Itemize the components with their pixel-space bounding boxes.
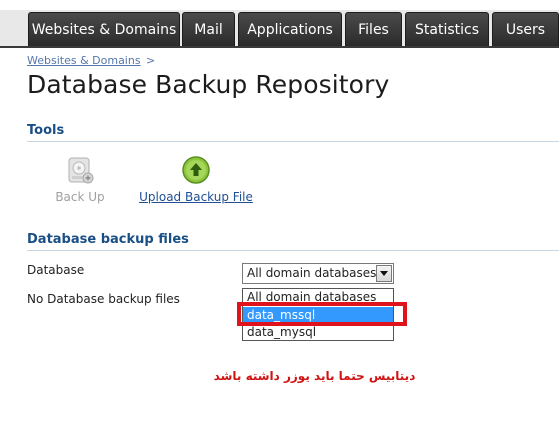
red-highlight-box <box>237 302 407 326</box>
back-up-label: Back Up <box>55 190 105 204</box>
upload-backup-link[interactable]: Upload Backup File <box>138 190 254 204</box>
upload-arrow-icon[interactable] <box>181 155 211 185</box>
tab-websites-domains[interactable]: Websites & Domains <box>28 12 180 46</box>
tools-heading: Tools <box>27 123 65 138</box>
tab-mail[interactable]: Mail <box>182 12 235 46</box>
tab-statistics[interactable]: Statistics <box>405 12 489 46</box>
tab-users[interactable]: Users <box>492 12 559 46</box>
disk-backup-icon <box>65 155 95 185</box>
upload-backup-tool[interactable]: Upload Backup File <box>138 155 254 204</box>
back-up-tool: Back Up <box>52 155 108 204</box>
page-title: Database Backup Repository <box>27 70 390 99</box>
tools-divider <box>27 141 559 142</box>
empty-backups-text: No Database backup files <box>27 292 180 306</box>
backup-files-heading: Database backup files <box>27 232 189 247</box>
annotation-note: دیتابیس حتما باید یوزر داشته باشد <box>213 369 416 383</box>
breadcrumb-separator: > <box>146 54 156 67</box>
main-tab-bar: Websites & Domains Mail Applications Fil… <box>0 0 559 48</box>
backup-files-divider <box>27 250 559 251</box>
tab-applications[interactable]: Applications <box>238 12 342 46</box>
tab-files[interactable]: Files <box>345 12 402 46</box>
option-data-mysql[interactable]: data_mysql <box>243 324 393 340</box>
dropdown-arrow-icon[interactable] <box>376 265 392 282</box>
breadcrumb-link-websites-domains[interactable]: Websites & Domains <box>27 54 141 67</box>
database-select[interactable]: All domain databases <box>242 263 394 284</box>
database-select-value: All domain databases <box>247 266 377 280</box>
database-label: Database <box>27 263 85 277</box>
